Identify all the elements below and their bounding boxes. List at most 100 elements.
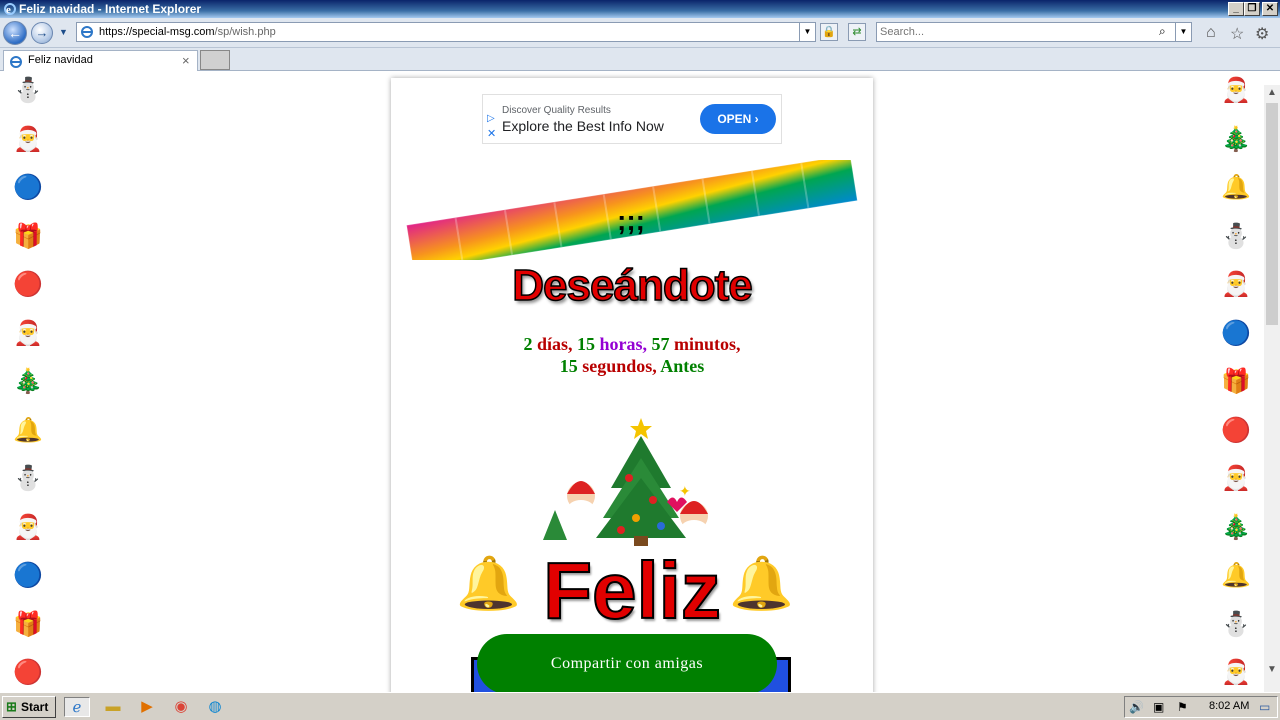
decoration-santa-icon: 🎅: [1221, 271, 1251, 298]
start-button[interactable]: ⊞ Start: [2, 696, 56, 718]
countdown-days-label: días,: [536, 334, 573, 354]
search-icon[interactable]: ⌕: [1159, 24, 1166, 39]
url-text[interactable]: https://special-msg.com/sp/wish.php: [99, 23, 276, 41]
address-dropdown-icon[interactable]: ▼: [799, 23, 815, 41]
navigation-bar: ← → ▼ https://special-msg.com/sp/wish.ph…: [0, 18, 1280, 48]
decoration-gift-icon: 🎁: [1221, 368, 1251, 395]
scroll-thumb[interactable]: [1266, 103, 1278, 325]
tab-row: Feliz navidad ×: [0, 48, 1280, 71]
greeting-card: ▷ ✕ Discover Quality Results Explore the…: [391, 78, 873, 692]
restore-button[interactable]: ❐: [1244, 2, 1260, 16]
decoration-tree-icon: 🎄: [1221, 513, 1251, 541]
search-input[interactable]: [880, 24, 1160, 40]
anyrun-watermark: ANY▷RUN: [1036, 681, 1264, 692]
countdown-minutes: 57: [651, 334, 670, 354]
title-bar: e Feliz navidad - Internet Explorer _ ❐ …: [0, 0, 1280, 18]
decoration-santa-icon: 🎅: [13, 513, 43, 541]
decoration-snowman-icon: ⛄: [13, 465, 43, 492]
favorites-star-icon[interactable]: ☆: [1230, 24, 1244, 44]
decoration-bell-icon: 🔔: [1221, 174, 1251, 201]
scroll-up-icon[interactable]: ▲: [1264, 85, 1280, 101]
decoration-snowman-icon: ⛄: [13, 77, 43, 104]
lock-icon[interactable]: 🔒: [820, 23, 838, 41]
decoration-gift-icon: 🎁: [13, 222, 43, 250]
page-ie-icon: [81, 26, 93, 38]
forward-arrow-icon: →: [35, 25, 49, 40]
tab-label: Feliz navidad: [28, 54, 93, 66]
home-icon[interactable]: ⌂: [1206, 24, 1216, 42]
heading-deseandote: Deseándote: [512, 260, 754, 311]
tab-feliz-navidad[interactable]: Feliz navidad ×: [3, 50, 198, 71]
ad-subtitle: Discover Quality Results: [502, 105, 611, 116]
decoration-tree-icon: 🎄: [13, 368, 43, 395]
show-desktop-icon[interactable]: ▭: [1259, 700, 1270, 714]
taskbar-edge-icon[interactable]: ◍: [202, 697, 228, 717]
search-box[interactable]: ⌕ ▼: [876, 22, 1192, 42]
greeting-feliz: Feliz: [542, 545, 722, 636]
decoration-tree-icon: 🎄: [1221, 125, 1251, 153]
decoration-ornament-red-icon: 🔴: [1221, 416, 1251, 444]
decoration-bell-icon: 🔔: [1221, 562, 1251, 589]
countdown-hours: 15: [577, 334, 595, 354]
decoration-santa-icon: 🎅: [1221, 465, 1251, 492]
new-tab-button[interactable]: [200, 50, 230, 70]
star-icon: [630, 418, 652, 439]
share-button[interactable]: Compartir con amigas: [477, 634, 777, 692]
ie-logo-icon: e: [4, 3, 16, 16]
decoration-santa-icon: 🎅: [13, 125, 43, 153]
taskbar-ie-icon[interactable]: ℯ: [64, 697, 90, 717]
ad-open-button[interactable]: OPEN ›: [700, 104, 776, 134]
taskbar-media-player-icon[interactable]: ▶: [134, 697, 160, 717]
countdown-hours-label: horas,: [599, 334, 648, 354]
taskbar-folder-icon[interactable]: ▬: [100, 697, 126, 717]
back-arrow-icon: ←: [8, 25, 22, 41]
sparkles-icon: ✦: [679, 483, 691, 499]
search-dropdown-icon[interactable]: ▼: [1175, 23, 1191, 41]
back-button[interactable]: ←: [3, 21, 27, 45]
tab-ie-icon: [10, 56, 22, 68]
decoration-snowman-icon: ⛄: [1221, 222, 1251, 250]
decoration-ornament-red-icon: 🔴: [13, 659, 43, 686]
decoration-santa-icon: 🎅: [13, 319, 43, 347]
taskbar-chrome-icon[interactable]: ◉: [168, 697, 194, 717]
minimize-button[interactable]: _: [1228, 2, 1244, 16]
forward-button[interactable]: →: [31, 22, 53, 44]
countdown-minutes-label: minutos,: [674, 334, 741, 354]
settings-gear-icon[interactable]: ⚙: [1255, 24, 1269, 44]
rainbow-banner: ;;;: [406, 160, 858, 260]
taskbar: ⊞ Start ℯ ▬ ▶ ◉ ◍ 🔊 ▣ ⚑ 8:02 AM ▭: [0, 692, 1280, 720]
decoration-santa-icon: 🎅: [1221, 77, 1251, 104]
svg-text:e: e: [6, 4, 11, 16]
system-tray: 🔊 ▣ ⚑ 8:02 AM ▭: [1124, 696, 1278, 718]
ad-close-icon[interactable]: ✕: [487, 127, 496, 140]
history-dropdown-icon[interactable]: ▼: [59, 27, 68, 37]
vertical-scrollbar[interactable]: ▲ ▼: [1264, 85, 1280, 692]
close-window-button[interactable]: ✕: [1262, 2, 1278, 16]
decoration-ornament-blue-icon: 🔵: [13, 562, 43, 589]
decoration-snowman-icon: ⛄: [1221, 610, 1251, 638]
volume-icon[interactable]: 🔊: [1129, 700, 1144, 714]
flag-icon[interactable]: ⚑: [1177, 700, 1188, 714]
decoration-ornament-red-icon: 🔴: [13, 271, 43, 298]
page-viewport: ⛄ 🎅 🔵 🎁 🔴 🎅 🎄 🔔 ⛄ 🎅 🔵 🎁 🔴 🎅 🎄 🔔 ⛄ 🎅 🔵 🎁 🔴 🎅 🎄 🔔 ⛄ 🎅 ▷ ✕ Discover…: [0, 71, 1264, 692]
scroll-down-icon[interactable]: ▼: [1264, 662, 1280, 678]
clock[interactable]: 8:02 AM: [1209, 700, 1249, 712]
network-icon[interactable]: ▣: [1153, 700, 1164, 714]
decoration-bell-icon: 🔔: [13, 416, 43, 444]
decoration-ornament-blue-icon: 🔵: [1221, 319, 1251, 347]
address-bar[interactable]: https://special-msg.com/sp/wish.php ▼: [76, 22, 816, 42]
countdown-seconds: 15: [559, 356, 578, 376]
ad-choices-icon[interactable]: ▷: [487, 113, 495, 124]
christmas-tree-illustration: ✦: [543, 418, 708, 546]
windows-logo-icon: ⊞: [6, 699, 17, 714]
countdown-text: 2 días, 15 horas, 57 minutos, 15 segundo…: [391, 333, 873, 377]
refresh-icon[interactable]: ⇄: [848, 23, 866, 41]
window-title: Feliz navidad - Internet Explorer: [19, 2, 202, 16]
small-tree-icon: [543, 510, 567, 540]
countdown-days: 2: [523, 334, 533, 354]
countdown-suffix: Antes: [660, 356, 705, 376]
ad-banner[interactable]: ▷ ✕ Discover Quality Results Explore the…: [482, 94, 782, 144]
decoration-ornament-blue-icon: 🔵: [13, 174, 43, 201]
decoration-gift-icon: 🎁: [13, 610, 43, 638]
tab-close-icon[interactable]: ×: [182, 53, 190, 68]
